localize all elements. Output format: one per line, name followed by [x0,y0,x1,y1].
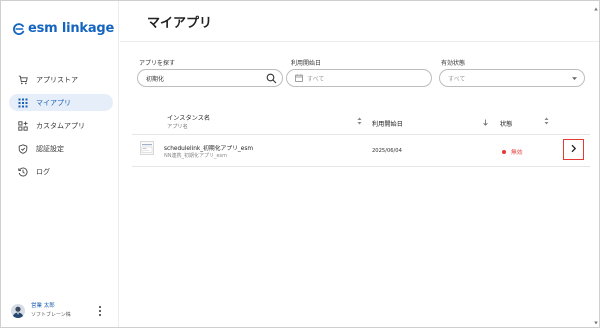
table-header-divider [132,134,590,135]
sidebar-item-auth-settings[interactable]: 認証設定 [9,140,113,157]
scroll-down-icon[interactable] [594,319,598,325]
status-select-placeholder: すべて [448,75,466,83]
search-label: アプリを探す [139,60,176,67]
status-dot-icon [502,149,506,154]
column-header-instance[interactable]: インスタンス名 [167,113,210,122]
start-date-label: 利用開始日 [291,60,322,67]
chevron-right-icon [569,144,578,155]
start-date-placeholder: すべて [307,75,325,83]
start-date-value: 2025/06/04 [372,148,402,154]
more-vert-icon[interactable] [97,305,103,317]
column-subheader-app: アプリ名 [167,124,188,130]
column-header-status[interactable]: 状態 [500,119,512,128]
sort-icon[interactable] [544,117,549,127]
sidebar-item-app-store[interactable]: アプリストア [9,71,113,88]
status-filter-label: 有効状態 [441,60,466,67]
app-logo[interactable]: esm linkage [13,21,114,36]
sidebar-item-custom-apps[interactable]: カスタムアプリ [9,117,113,134]
start-date-field[interactable]: すべて [286,69,432,87]
status-badge: 無効 [502,147,523,156]
search-input[interactable]: 初期化 [137,69,283,87]
logo-text: esm linkage [28,21,115,36]
column-header-start-date[interactable]: 利用開始日 [372,119,403,128]
title-divider [120,41,599,42]
history-icon [18,167,28,177]
custom-app-icon [18,120,28,131]
open-detail-button[interactable] [563,139,584,160]
search-value: 初期化 [146,75,165,83]
page-title: マイアプリ [147,16,213,31]
sidebar-item-label: アプリストア [36,75,78,84]
search-icon[interactable] [266,73,277,84]
table-row-divider [132,166,590,167]
sidebar-item-logs[interactable]: ログ [9,163,113,180]
user-profile[interactable]: 営業 太郎 ソフトブレーン株 [11,299,111,323]
sidebar-item-label: ログ [36,167,50,176]
status-select[interactable]: すべて [439,69,585,87]
grid-icon [18,98,28,108]
sidebar: esm linkage アプリストア マイアプリ カスタムアプリ 認証設定 ログ… [1,1,119,327]
sort-icon[interactable] [357,117,362,127]
main-content: マイアプリ アプリを探す 初期化 利用開始日 すべて 有効状態 すべて インスタ… [120,1,599,327]
calendar-icon [295,74,303,82]
app-thumbnail-icon [140,141,154,155]
sidebar-item-label: マイアプリ [36,98,71,107]
instance-name[interactable]: schedulelink_初期化アプリ_esm [164,143,253,152]
arrow-down-icon[interactable] [483,119,488,128]
user-name: 営業 太郎 [31,303,55,309]
app-name: NN連携_初期化アプリ_esm [164,153,228,159]
status-text: 無効 [511,150,523,156]
sidebar-item-my-apps[interactable]: マイアプリ [9,94,113,111]
avatar [11,304,25,318]
user-org: ソフトブレーン株 [31,312,71,318]
sidebar-item-label: カスタムアプリ [36,121,85,130]
scroll-up-icon[interactable] [594,5,598,11]
chevron-down-icon [571,75,578,82]
sidebar-item-label: 認証設定 [36,144,64,153]
sidebar-nav: アプリストア マイアプリ カスタムアプリ 認証設定 ログ [9,71,113,186]
logo-mark-icon [13,22,25,35]
cart-icon [18,75,28,85]
shield-icon [18,143,28,154]
